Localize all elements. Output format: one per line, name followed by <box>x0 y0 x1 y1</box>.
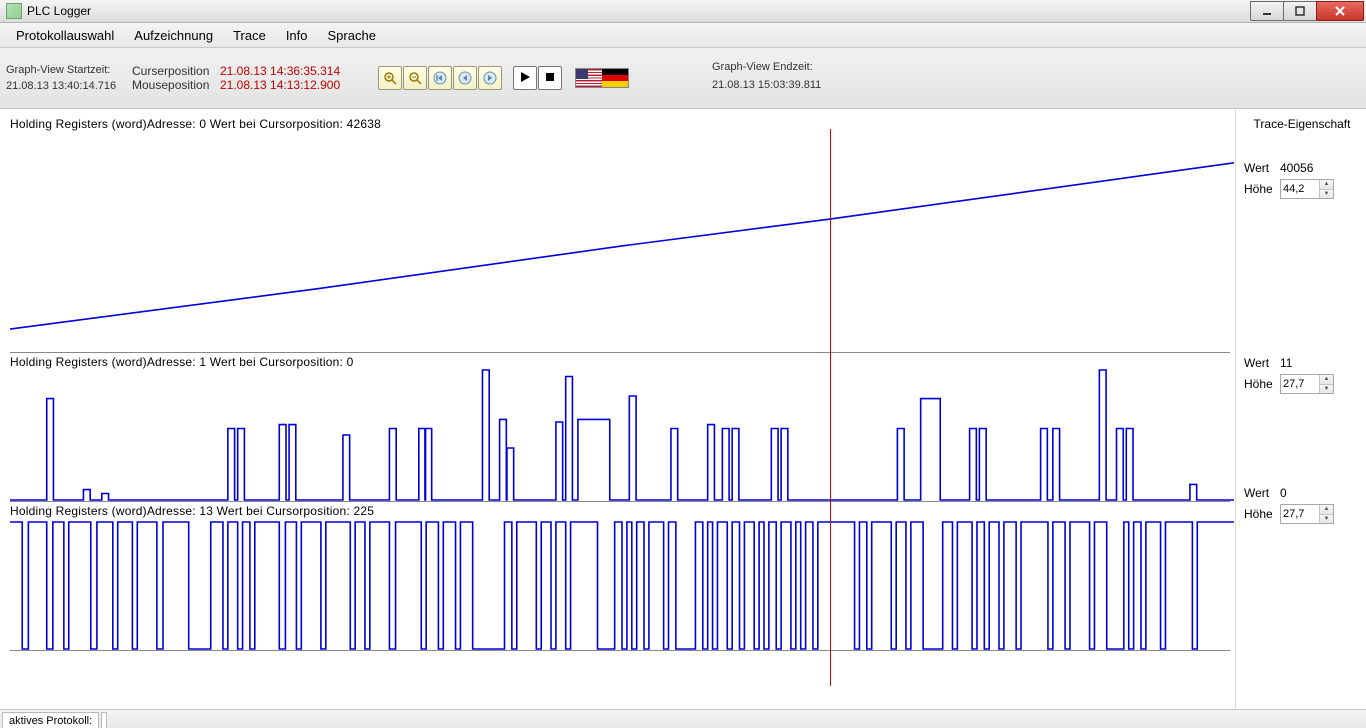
play-button[interactable] <box>513 66 537 90</box>
hoehe-label: Höhe <box>1244 507 1280 521</box>
play-icon <box>519 71 531 86</box>
window-maximize-button[interactable] <box>1283 1 1317 21</box>
language-flags <box>575 68 629 88</box>
graph-end-label: Graph-View Endzeit: <box>712 58 821 76</box>
window-close-button[interactable] <box>1316 1 1364 21</box>
wert-value-1: 11 <box>1280 356 1292 370</box>
toolbar: Graph-View Startzeit: 21.08.13 13:40:14.… <box>0 48 1366 109</box>
plot-0[interactable]: Holding Registers (word)Adresse: 0 Wert … <box>10 115 1230 353</box>
zoom-out-icon <box>408 71 422 85</box>
wert-label: Wert <box>1244 486 1280 500</box>
hoehe-label: Höhe <box>1244 182 1280 196</box>
flag-us-button[interactable] <box>576 69 602 87</box>
zoom-in-button[interactable] <box>378 66 402 90</box>
nav-first-icon <box>433 71 447 85</box>
graph-end-value: 21.08.13 15:03:39.811 <box>712 76 821 94</box>
app-icon <box>6 3 22 19</box>
graph-start-label: Graph-View Startzeit: <box>6 62 126 78</box>
nav-prev-icon <box>458 71 472 85</box>
nav-next-icon <box>483 71 497 85</box>
graph-stack[interactable]: Holding Registers (word)Adresse: 0 Wert … <box>10 115 1234 651</box>
wert-value-0: 40056 <box>1280 161 1313 175</box>
menu-sprache[interactable]: Sprache <box>318 25 386 46</box>
status-protocol-label: aktives Protokoll: <box>2 712 99 728</box>
stop-button[interactable] <box>538 66 562 90</box>
statusbar: aktives Protokoll: <box>0 709 1366 728</box>
hoehe-down-2[interactable]: ▼ <box>1320 515 1333 524</box>
hoehe-input-0[interactable] <box>1281 181 1319 197</box>
status-protocol-value <box>101 712 107 728</box>
zoom-out-button[interactable] <box>403 66 427 90</box>
flag-de-button[interactable] <box>602 69 628 87</box>
mouse-pos-value: 21.08.13 14:13:12.900 <box>220 78 340 92</box>
window-titlebar: PLC Logger <box>0 0 1366 23</box>
hoehe-stepper-1[interactable]: ▲▼ <box>1280 374 1334 394</box>
cursor-pos-value: 21.08.13 14:36:35.314 <box>220 64 340 78</box>
nav-first-button[interactable] <box>428 66 452 90</box>
nav-next-button[interactable] <box>478 66 502 90</box>
window-minimize-button[interactable] <box>1250 1 1284 21</box>
wert-label: Wert <box>1244 161 1280 175</box>
cursor-pos-label: Curserposition <box>132 64 220 78</box>
trace-properties-panel: Trace-Eigenschaft Wert40056Höhe▲▼Wert11H… <box>1235 109 1366 709</box>
hoehe-stepper-2[interactable]: ▲▼ <box>1280 504 1334 524</box>
window-title: PLC Logger <box>27 4 91 18</box>
hoehe-down-0[interactable]: ▼ <box>1320 190 1333 199</box>
mouse-pos-label: Mouseposition <box>132 78 220 92</box>
hoehe-up-0[interactable]: ▲ <box>1320 180 1333 190</box>
hoehe-down-1[interactable]: ▼ <box>1320 385 1333 394</box>
menu-aufzeichnung[interactable]: Aufzeichnung <box>124 25 223 46</box>
hoehe-input-2[interactable] <box>1281 506 1319 522</box>
hoehe-up-1[interactable]: ▲ <box>1320 375 1333 385</box>
menu-protokollauswahl[interactable]: Protokollauswahl <box>6 25 124 46</box>
graph-start-value: 21.08.13 13:40:14.716 <box>6 78 126 94</box>
hoehe-up-2[interactable]: ▲ <box>1320 505 1333 515</box>
menu-info[interactable]: Info <box>276 25 318 46</box>
wert-label: Wert <box>1244 356 1280 370</box>
plot-1[interactable]: Holding Registers (word)Adresse: 1 Wert … <box>10 353 1230 502</box>
hoehe-label: Höhe <box>1244 377 1280 391</box>
plot-2[interactable]: Holding Registers (word)Adresse: 13 Wert… <box>10 502 1230 651</box>
zoom-in-icon <box>383 71 397 85</box>
hoehe-stepper-0[interactable]: ▲▼ <box>1280 179 1334 199</box>
menu-trace[interactable]: Trace <box>223 25 276 46</box>
nav-prev-button[interactable] <box>453 66 477 90</box>
stop-icon <box>544 71 556 86</box>
wert-value-2: 0 <box>1280 486 1287 500</box>
hoehe-input-1[interactable] <box>1281 376 1319 392</box>
trace-properties-header: Trace-Eigenschaft <box>1244 117 1360 131</box>
menubar: Protokollauswahl Aufzeichnung Trace Info… <box>0 23 1366 48</box>
